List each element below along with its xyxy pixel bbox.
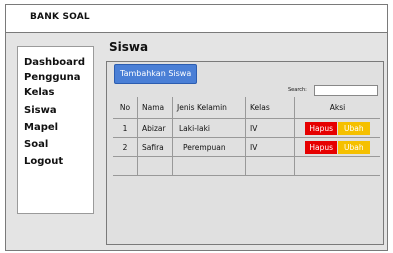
cell-no: 1 <box>113 118 138 138</box>
cell-empty <box>294 156 380 176</box>
search-input[interactable] <box>314 85 378 96</box>
student-table: No Nama Jenis Kelamin Kelas Aksi 1 Abiza… <box>113 97 380 176</box>
col-nama: Nama <box>137 97 173 119</box>
sidebar-item-soal[interactable]: Soal <box>24 139 48 150</box>
page-title: Siswa <box>109 40 149 54</box>
cell-kelas: IV <box>245 118 295 138</box>
table-row-empty <box>113 156 380 176</box>
cell-empty <box>137 156 173 176</box>
table-row: 2 Safira Perempuan IV Hapus Ubah <box>113 137 380 157</box>
cell-kelas: IV <box>245 137 295 157</box>
cell-nama: Abizar <box>137 118 173 138</box>
sidebar: Dashboard Pengguna Kelas Siswa Mapel Soa… <box>17 46 94 214</box>
cell-nama: Safira <box>137 137 173 157</box>
col-no: No <box>113 97 138 119</box>
sidebar-item-dashboard[interactable]: Dashboard <box>24 57 85 68</box>
cell-aksi: Hapus Ubah <box>294 137 380 157</box>
col-kelas: Kelas <box>245 97 295 119</box>
delete-button[interactable]: Hapus <box>305 140 338 154</box>
cell-empty <box>113 156 138 176</box>
main-content: Siswa Tambahkan Siswa Search: No Nama Je… <box>104 39 385 251</box>
add-student-button[interactable]: Tambahkan Siswa <box>114 64 198 84</box>
delete-button[interactable]: Hapus <box>305 121 338 135</box>
search-label: Search: <box>288 87 307 93</box>
cell-jenis-kelamin: Perempuan <box>172 137 246 157</box>
sidebar-item-siswa[interactable]: Siswa <box>24 105 57 116</box>
student-panel: Tambahkan Siswa Search: No Nama Jenis Ke… <box>106 61 384 245</box>
col-aksi: Aksi <box>294 97 380 119</box>
sidebar-item-kelas[interactable]: Kelas <box>24 87 54 98</box>
edit-button[interactable]: Ubah <box>338 140 370 154</box>
edit-button[interactable]: Ubah <box>338 121 370 135</box>
cell-no: 2 <box>113 137 138 157</box>
header-bar: BANK SOAL <box>6 5 387 33</box>
cell-jenis-kelamin: Laki-laki <box>172 118 246 138</box>
sidebar-item-logout[interactable]: Logout <box>24 156 63 167</box>
cell-aksi: Hapus Ubah <box>294 118 380 138</box>
col-jenis-kelamin: Jenis Kelamin <box>172 97 246 119</box>
sidebar-item-mapel[interactable]: Mapel <box>24 122 58 133</box>
table-header-row: No Nama Jenis Kelamin Kelas Aksi <box>113 97 380 119</box>
cell-empty <box>245 156 295 176</box>
app-title: BANK SOAL <box>30 12 90 22</box>
sidebar-item-pengguna[interactable]: Pengguna <box>24 72 81 83</box>
cell-empty <box>172 156 246 176</box>
table-row: 1 Abizar Laki-laki IV Hapus Ubah <box>113 118 380 138</box>
